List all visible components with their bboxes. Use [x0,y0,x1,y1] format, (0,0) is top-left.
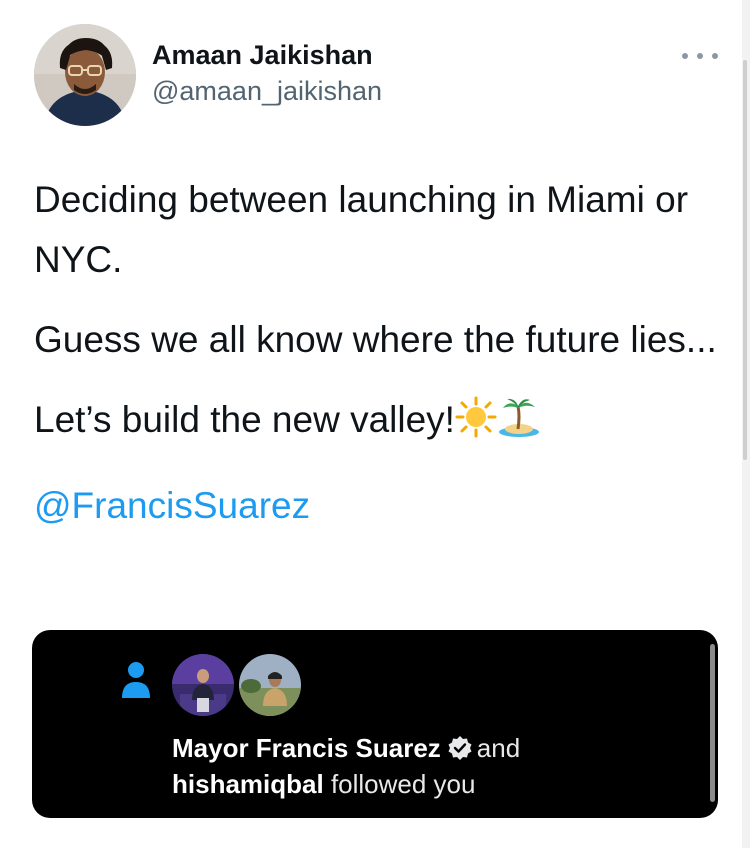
tweet-paragraph-3: Let’s build the new valley! [34,390,724,456]
person-icon [122,662,150,698]
more-options-icon[interactable] [682,44,718,68]
page-scrollbar-thumb[interactable] [743,60,747,460]
followed-you-text: followed you [330,769,476,799]
author-avatar[interactable] [34,24,136,126]
author-handle[interactable]: @amaan_jaikishan [152,76,382,107]
sun-emoji [455,396,497,456]
card-scrollbar [710,644,715,802]
tweet-paragraph-2: Guess we all know where the future lies.… [34,319,717,360]
tweet: Amaan Jaikishan @amaan_jaikishan Decidin… [0,0,750,848]
embedded-screenshot-card: Mayor Francis Suarez and hishamiqbal foll… [32,630,718,818]
verified-badge-icon [448,736,472,760]
desert-island-emoji [497,396,541,456]
mayor-francis-suarez-avatar[interactable] [170,652,236,718]
page-scrollbar[interactable] [742,0,750,848]
author-display-name[interactable]: Amaan Jaikishan [152,40,373,71]
follower-name-1[interactable]: Mayor Francis Suarez [172,733,441,763]
follower-name-2[interactable]: hishamiqbal [172,769,324,799]
conjunction-text: and [476,733,521,763]
tweet-text: Deciding between launching in Miami or N… [34,170,724,556]
follow-notification-text: Mayor Francis Suarez and hishamiqbal foll… [172,730,692,802]
hishamiqbal-avatar[interactable] [237,652,303,718]
tweet-paragraph-1: Deciding between launching in Miami or N… [34,179,689,280]
francis-suarez-mention-link[interactable]: @FrancisSuarez [34,485,310,526]
tweet-paragraph-3-text: Let’s build the new valley! [34,399,455,440]
